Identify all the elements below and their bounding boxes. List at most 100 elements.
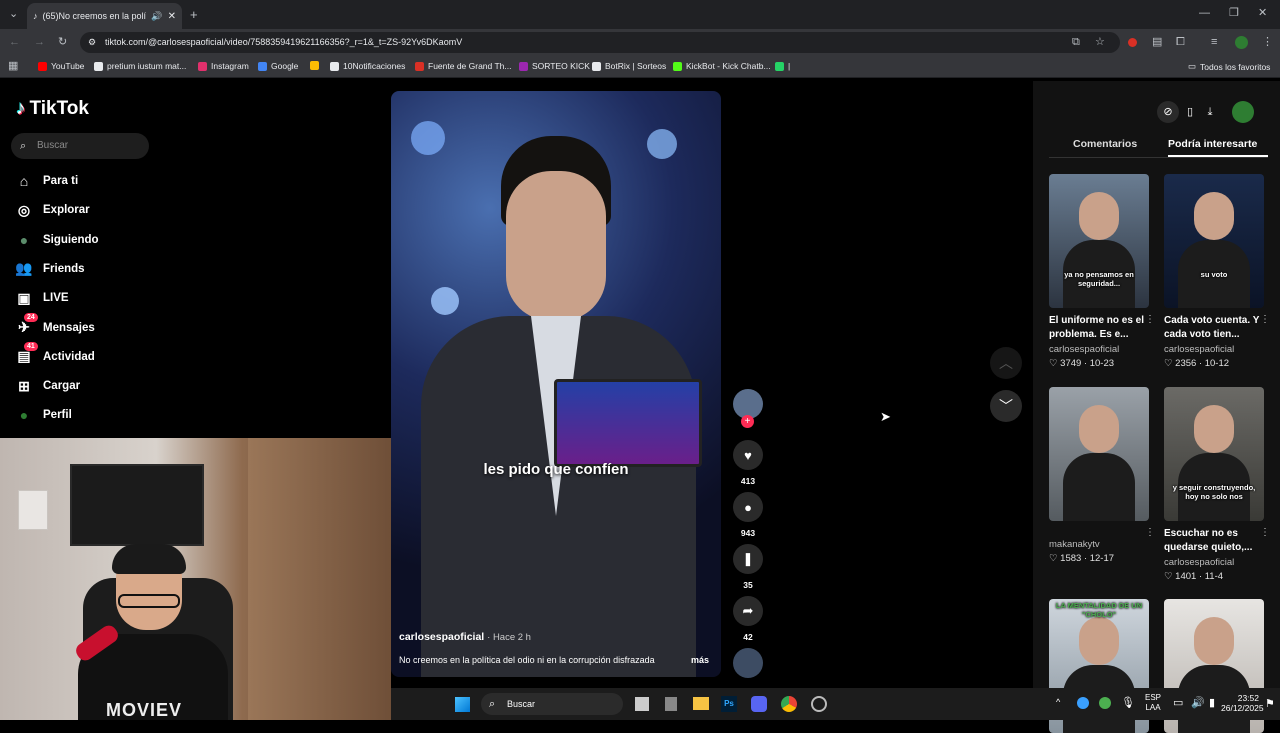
language-indicator[interactable]: ESP LAA — [1145, 693, 1161, 713]
recommended-video-card[interactable]: makanakytv ♡ 1583 · 12-17 ⋮ — [1049, 387, 1155, 564]
tray-mic-icon[interactable]: 🎙 — [1121, 696, 1135, 709]
task-view-icon[interactable] — [635, 697, 649, 711]
sound-disc-avatar[interactable] — [733, 648, 763, 678]
restore-icon[interactable]: ❐ — [1229, 8, 1239, 19]
obs-icon[interactable] — [811, 696, 827, 712]
apps-grid-icon[interactable]: ▦ — [8, 61, 18, 72]
bookmark-item[interactable]: Instagram — [198, 61, 249, 71]
chevron-up-icon: ︿ — [999, 355, 1013, 371]
extension-icon[interactable]: ▤ — [1152, 37, 1162, 48]
card-more-icon[interactable]: ⋮ — [1260, 527, 1270, 538]
bookmark-item[interactable]: KickBot - Kick Chatb... — [673, 61, 771, 71]
taskbar-search[interactable]: ⌕ Buscar — [481, 693, 623, 715]
previous-video-button[interactable]: ︿ — [990, 347, 1022, 379]
bookmark-label: YouTube — [51, 61, 85, 71]
chrome-icon[interactable] — [781, 696, 797, 712]
bookmark-item[interactable]: BotRix | Sorteos — [592, 61, 666, 71]
follow-plus-icon[interactable]: + — [741, 415, 754, 428]
speaker-icon[interactable]: 🔊 — [151, 11, 162, 22]
forward-icon[interactable]: → — [34, 37, 45, 48]
video-thumbnail[interactable]: ya no pensamos en seguridad... — [1049, 174, 1149, 308]
close-window-icon[interactable]: ✕ — [1258, 8, 1267, 19]
browser-tab[interactable]: ♪ (65)No creemos en la polít 🔊 ✕ — [27, 3, 182, 29]
like-button[interactable]: ♥ — [733, 440, 763, 470]
recommended-video-card[interactable]: su voto Cada voto cuenta. Y cada voto tie… — [1164, 174, 1270, 369]
reload-icon[interactable]: ↻ — [58, 37, 67, 48]
bookmark-item[interactable]: Fuente de Grand Th... — [415, 61, 511, 71]
download-icon[interactable]: ⤓ — [1199, 101, 1221, 123]
bookmark-item[interactable]: SORTEO KICK — [519, 61, 590, 71]
sidebar-item-friends[interactable]: 👥 Friends — [15, 259, 84, 279]
sidebar-item-perfil[interactable]: ● Perfil — [15, 405, 72, 425]
profile-avatar[interactable] — [1235, 36, 1248, 49]
bookmark-star-icon[interactable]: ☆ — [1095, 37, 1105, 48]
bookmark-item[interactable]: YouTube — [38, 61, 84, 71]
recommended-video-card[interactable]: ya no pensamos en seguridad... El uniform… — [1049, 174, 1155, 369]
share-button[interactable]: ➦ — [733, 596, 763, 626]
sidebar-item-cargar[interactable]: ⊞ Cargar — [15, 376, 80, 396]
comment-button[interactable]: ● — [733, 492, 763, 522]
photoshop-icon[interactable]: Ps — [721, 696, 737, 712]
sidebar-item-actividad[interactable]: ▤ 41 Actividad — [15, 341, 95, 367]
search-input[interactable]: ⌕ Buscar — [11, 133, 149, 159]
tray-chevron-icon[interactable]: ^ — [1056, 697, 1060, 707]
bookmark-item[interactable]: Google — [258, 61, 298, 71]
extensions-puzzle-icon[interactable]: ⧠ — [1176, 37, 1185, 48]
tab-close-icon[interactable]: ✕ — [168, 11, 176, 22]
card-more-icon[interactable]: ⋮ — [1145, 527, 1155, 538]
windows-start-icon[interactable] — [455, 697, 470, 712]
chrome-menu-icon[interactable]: ⋮ — [1262, 37, 1273, 48]
more-button[interactable]: más — [691, 655, 709, 665]
install-app-icon[interactable]: ⧉ — [1072, 37, 1080, 48]
back-icon[interactable]: ← — [9, 37, 20, 48]
sidebar-item-explorar[interactable]: ◎ Explorar — [15, 200, 90, 220]
bookmark-item[interactable]: 10Notificaciones — [330, 61, 405, 71]
mobile-icon[interactable]: ▯ — [1179, 101, 1201, 123]
battery-icon[interactable]: ▮ — [1209, 696, 1215, 709]
search-placeholder: Buscar — [37, 140, 69, 151]
new-tab-icon[interactable]: + — [190, 8, 198, 21]
tiktok-logo[interactable]: ♪ TikTok — [16, 98, 89, 120]
sidebar-item-para-ti[interactable]: ⌂ Para ti — [15, 171, 78, 191]
sidebar-item-label: Explorar — [43, 204, 90, 217]
video-thumbnail[interactable]: su voto — [1164, 174, 1264, 308]
bookmark-item[interactable]: | — [775, 61, 790, 71]
save-button[interactable]: ❚ — [733, 544, 763, 574]
app-icon[interactable] — [665, 697, 677, 711]
file-explorer-icon[interactable] — [693, 697, 709, 710]
video-description-line: No creemos en la política del odio ni en… — [399, 655, 709, 665]
recommended-video-card[interactable]: y seguir construyendo, hoy no solo nos Es… — [1164, 387, 1270, 582]
url-field[interactable]: ⚙ tiktok.com/@carlosespaoficial/video/75… — [80, 32, 1120, 53]
all-bookmarks-folder[interactable]: ▭ Todos los favoritos — [1188, 61, 1270, 72]
bookmark-label: KickBot - Kick Chatb... — [686, 61, 771, 71]
video-thumbnail[interactable] — [1049, 387, 1149, 521]
card-more-icon[interactable]: ⋮ — [1260, 314, 1270, 325]
extension-red-icon[interactable] — [1128, 38, 1137, 47]
discord-icon[interactable] — [751, 696, 767, 712]
sidebar-item-siguiendo[interactable]: ● Siguiendo — [15, 230, 99, 250]
minimize-icon[interactable]: — — [1199, 8, 1210, 19]
tab-search-chevron-icon[interactable]: ⌄ — [9, 9, 18, 20]
clock[interactable]: 23:52 26/12/2025 — [1221, 693, 1264, 713]
tray-app-icon[interactable] — [1099, 697, 1111, 709]
bookmark-item[interactable] — [310, 61, 323, 70]
video-thumbnail[interactable]: y seguir construyendo, hoy no solo nos — [1164, 387, 1264, 521]
site-info-icon[interactable]: ⚙ — [88, 32, 96, 53]
bookmark-item[interactable]: pretium iustum mat... — [94, 61, 186, 71]
volume-icon[interactable]: 🔊 — [1191, 696, 1205, 709]
video-author[interactable]: carlosespaoficial — [399, 631, 484, 643]
tab-might-like[interactable]: Podría interesarte — [1168, 138, 1257, 150]
network-icon[interactable]: ▭ — [1173, 696, 1183, 709]
explore-compass-icon[interactable]: ⊘ — [1157, 101, 1179, 123]
side-panel: ⊘ ▯ ⤓ Comentarios Podría interesarte ya … — [1033, 81, 1280, 733]
user-avatar[interactable] — [1232, 101, 1254, 123]
sidebar-item-mensajes[interactable]: ✈ 24 Mensajes — [15, 312, 95, 338]
video-player[interactable]: les pido que confíen carlosespaoficial ·… — [391, 91, 721, 677]
next-video-button[interactable]: ﹀ — [990, 390, 1022, 422]
notifications-icon[interactable]: ⚑ — [1265, 697, 1275, 710]
media-controls-icon[interactable]: ≡ — [1211, 37, 1217, 48]
tray-cloud-icon[interactable] — [1077, 697, 1089, 709]
tab-comments[interactable]: Comentarios — [1073, 138, 1137, 150]
sidebar-item-live[interactable]: ▣ LIVE — [15, 288, 68, 308]
card-more-icon[interactable]: ⋮ — [1145, 314, 1155, 325]
